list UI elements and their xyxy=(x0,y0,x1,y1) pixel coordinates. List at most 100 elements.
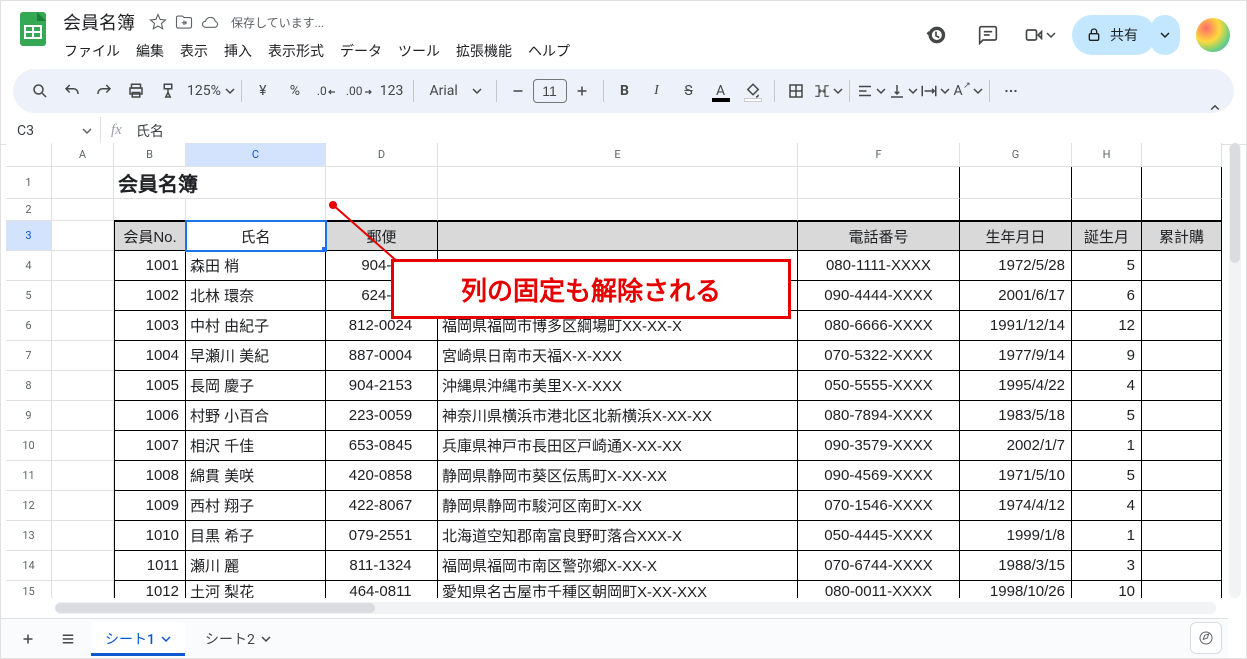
strike-icon[interactable]: S xyxy=(674,76,704,106)
cell-H13[interactable]: 1 xyxy=(1072,521,1142,551)
menu-data[interactable]: データ xyxy=(333,37,389,65)
cell-G9[interactable]: 1983/5/18 xyxy=(960,401,1072,431)
wrap-icon[interactable] xyxy=(920,76,950,106)
row-hdr-14[interactable]: 14 xyxy=(6,551,52,581)
star-icon[interactable] xyxy=(149,13,167,31)
col-hdr-E[interactable]: E xyxy=(438,143,798,167)
cell-H14[interactable]: 3 xyxy=(1072,551,1142,581)
menu-ext[interactable]: 拡張機能 xyxy=(449,37,519,65)
row-hdr-1[interactable]: 1 xyxy=(6,167,52,199)
cell-B10[interactable]: 1007 xyxy=(114,431,186,461)
undo-icon[interactable] xyxy=(57,76,87,106)
cell-G11[interactable]: 1971/5/10 xyxy=(960,461,1072,491)
borders-icon[interactable] xyxy=(781,76,811,106)
cell-I5[interactable] xyxy=(1142,281,1222,311)
cell-F5[interactable]: 090-4444-XXXX xyxy=(798,281,960,311)
cell-F1[interactable] xyxy=(798,167,960,199)
cell-I9[interactable] xyxy=(1142,401,1222,431)
cell-F6[interactable]: 080-6666-XXXX xyxy=(798,311,960,341)
cell-G13[interactable]: 1999/1/8 xyxy=(960,521,1072,551)
add-sheet-icon[interactable] xyxy=(11,622,45,656)
cell-I3[interactable]: 累計購 xyxy=(1142,221,1222,251)
share-button[interactable]: 共有 xyxy=(1072,15,1156,55)
fontsize-inc-icon[interactable] xyxy=(567,76,597,106)
cell-E9[interactable]: 神奈川県横浜市港北区北新横浜X-XX-XX xyxy=(438,401,798,431)
doc-title[interactable]: 会員名簿 xyxy=(57,7,141,37)
number-format-icon[interactable]: 123 xyxy=(377,76,407,106)
inc-decimals-icon[interactable]: .00 xyxy=(344,76,375,106)
cell-D14[interactable]: 811-1324 xyxy=(326,551,438,581)
row-hdr-2[interactable]: 2 xyxy=(6,199,52,221)
dec-decimals-icon[interactable]: .0 xyxy=(312,76,342,106)
move-icon[interactable] xyxy=(175,13,193,31)
menu-help[interactable]: ヘルプ xyxy=(521,37,577,65)
col-hdr-B[interactable]: B xyxy=(114,143,186,167)
cell-A1[interactable] xyxy=(52,167,114,199)
cell-C8[interactable]: 長岡 慶子 xyxy=(186,371,326,401)
row-hdr-4[interactable]: 4 xyxy=(6,251,52,281)
cell-B13[interactable]: 1010 xyxy=(114,521,186,551)
hscroll[interactable] xyxy=(55,602,1216,614)
formula-input[interactable]: 氏名 xyxy=(132,121,1246,141)
cell-C7[interactable]: 早瀬川 美紀 xyxy=(186,341,326,371)
fontsize-input[interactable] xyxy=(533,79,567,103)
menu-edit[interactable]: 編集 xyxy=(129,37,171,65)
cell-E2[interactable] xyxy=(438,199,798,221)
cell-G6[interactable]: 1991/12/14 xyxy=(960,311,1072,341)
cell-G3[interactable]: 生年月日 xyxy=(960,221,1072,251)
row-hdr-13[interactable]: 13 xyxy=(6,521,52,551)
cell-G10[interactable]: 2002/1/7 xyxy=(960,431,1072,461)
cell-D13[interactable]: 079-2551 xyxy=(326,521,438,551)
cell-A13[interactable] xyxy=(52,521,114,551)
font-select[interactable]: Arial xyxy=(420,76,490,106)
cell-E1[interactable] xyxy=(438,167,798,199)
cell-E10[interactable]: 兵庫県神戸市長田区戸崎通X-XX-XX xyxy=(438,431,798,461)
paint-icon[interactable] xyxy=(153,76,183,106)
cell-F8[interactable]: 050-5555-XXXX xyxy=(798,371,960,401)
cell-C14[interactable]: 瀬川 麗 xyxy=(186,551,326,581)
cell-C11[interactable]: 綿貫 美咲 xyxy=(186,461,326,491)
cell-H11[interactable]: 5 xyxy=(1072,461,1142,491)
cell-H7[interactable]: 9 xyxy=(1072,341,1142,371)
cell-D12[interactable]: 422-8067 xyxy=(326,491,438,521)
cell-F9[interactable]: 080-7894-XXXX xyxy=(798,401,960,431)
cell-A5[interactable] xyxy=(52,281,114,311)
row-hdr-7[interactable]: 7 xyxy=(6,341,52,371)
cell-A3[interactable] xyxy=(52,221,114,251)
cell-H3[interactable]: 誕生月 xyxy=(1072,221,1142,251)
redo-icon[interactable] xyxy=(89,76,119,106)
cell-F3[interactable]: 電話番号 xyxy=(798,221,960,251)
col-hdr-F[interactable]: F xyxy=(798,143,960,167)
row-hdr-5[interactable]: 5 xyxy=(6,281,52,311)
spreadsheet-grid[interactable]: A B C D E F G H 1 会員名簿 2 3 会員No. 氏名 xyxy=(6,143,1228,598)
cell-B7[interactable]: 1004 xyxy=(114,341,186,371)
cell-I13[interactable] xyxy=(1142,521,1222,551)
cell-I12[interactable] xyxy=(1142,491,1222,521)
cell-A15[interactable] xyxy=(52,581,114,598)
cell-B4[interactable]: 1001 xyxy=(114,251,186,281)
cell-E3[interactable] xyxy=(438,221,798,251)
cell-A10[interactable] xyxy=(52,431,114,461)
cell-B15[interactable]: 1012 xyxy=(114,581,186,598)
sheet-tab-2[interactable]: シート2 xyxy=(191,622,285,656)
collapse-toolbar-icon[interactable] xyxy=(1200,93,1230,123)
col-hdr-D[interactable]: D xyxy=(326,143,438,167)
more-icon[interactable] xyxy=(996,76,1026,106)
cell-E12[interactable]: 静岡県静岡市駿河区南町X-XX xyxy=(438,491,798,521)
vscroll-thumb[interactable] xyxy=(1230,143,1240,263)
cell-B6[interactable]: 1003 xyxy=(114,311,186,341)
cell-D15[interactable]: 464-0811 xyxy=(326,581,438,598)
percent-icon[interactable]: % xyxy=(280,76,310,106)
cell-G5[interactable]: 2001/6/17 xyxy=(960,281,1072,311)
cell-D1[interactable] xyxy=(326,167,438,199)
cell-I1[interactable] xyxy=(1142,167,1222,199)
cell-B1[interactable]: 会員名簿 xyxy=(114,167,326,199)
cell-A14[interactable] xyxy=(52,551,114,581)
cell-B11[interactable]: 1008 xyxy=(114,461,186,491)
cell-G7[interactable]: 1977/9/14 xyxy=(960,341,1072,371)
cell-C4[interactable]: 森田 梢 xyxy=(186,251,326,281)
cell-H6[interactable]: 12 xyxy=(1072,311,1142,341)
cell-G15[interactable]: 1998/10/26 xyxy=(960,581,1072,598)
cell-I7[interactable] xyxy=(1142,341,1222,371)
cell-C10[interactable]: 相沢 千佳 xyxy=(186,431,326,461)
